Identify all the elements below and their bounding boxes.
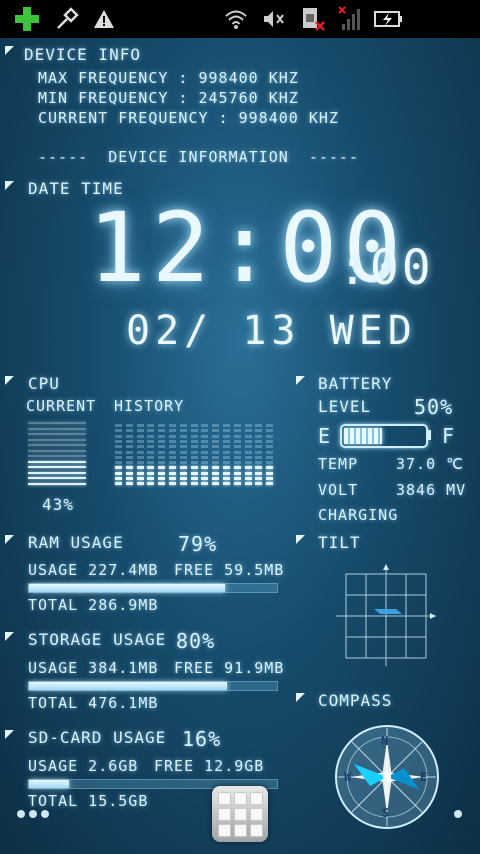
section-marker: [296, 693, 305, 702]
storage-percent: 80%: [176, 629, 216, 653]
battery-charging-icon: [374, 6, 404, 32]
cpu-meter-line: [28, 477, 86, 479]
add-icon[interactable]: [12, 6, 42, 32]
no-signal-icon: [338, 6, 362, 32]
compass-title: COMPASS: [318, 691, 393, 710]
page-indicator-dot: [41, 810, 49, 818]
cpu-meter-line: [28, 482, 86, 485]
battery-level-value: 50%: [414, 395, 454, 419]
storage-free: FREE 91.9MB: [174, 659, 285, 677]
section-marker: [296, 535, 305, 544]
cpu-current-label: CURRENT: [26, 397, 97, 415]
cpu-meter-line: [28, 460, 86, 463]
sdcard-percent: 16%: [182, 727, 222, 751]
section-marker: [5, 376, 14, 385]
storage-usage-bar-fill: [29, 682, 228, 690]
ram-percent: 79%: [178, 532, 218, 556]
app-drawer-button[interactable]: [212, 786, 268, 842]
ram-title: RAM USAGE: [28, 533, 124, 552]
battery-volt-label: VOLT: [318, 481, 359, 499]
max-frequency: MAX FREQUENCY : 998400 KHZ: [38, 69, 299, 87]
storage-total: TOTAL 476.1MB: [28, 694, 159, 712]
clock-seconds: :00: [338, 240, 434, 296]
sdcard-title: SD-CARD USAGE: [28, 728, 167, 747]
usb-debug-icon: [54, 6, 80, 32]
section-marker: [5, 632, 14, 641]
cpu-meter-line: [28, 471, 86, 474]
battery-empty-label: E: [318, 424, 332, 448]
ram-usage-bar-fill: [29, 584, 225, 592]
page-indicator-dot: [454, 810, 462, 818]
no-sim-icon: [300, 6, 326, 32]
battery-full-label: F: [442, 424, 456, 448]
sdcard-total: TOTAL 15.5GB: [28, 792, 149, 810]
section-marker: [5, 181, 14, 190]
cpu-title: CPU: [28, 374, 60, 393]
battery-level-label: LEVEL: [318, 397, 372, 416]
battery-volt-value: 3846 MV: [396, 481, 467, 499]
compass-south: S: [382, 806, 391, 820]
ram-free: FREE 59.5MB: [174, 561, 285, 579]
cpu-meter-line: [28, 466, 86, 468]
cpu-meter-line: [28, 449, 86, 452]
battery-temp-value: 37.0 ℃: [396, 455, 464, 473]
sdcard-free: FREE 12.9GB: [154, 757, 265, 775]
sdcard-usage: USAGE 2.6GB: [28, 757, 139, 775]
device-information-divider: ----- DEVICE INFORMATION -----: [38, 148, 359, 166]
battery-title: BATTERY: [318, 374, 393, 393]
battery-gauge: [340, 424, 428, 448]
battery-temp-label: TEMP: [318, 455, 359, 473]
min-frequency: MIN FREQUENCY : 245760 KHZ: [38, 89, 299, 107]
section-marker: [5, 730, 14, 739]
ram-usage: USAGE 227.4MB: [28, 561, 159, 579]
tilt-title: TILT: [318, 533, 361, 552]
compass-west: W: [344, 770, 353, 784]
battery-gauge-tip: [426, 430, 431, 440]
compass-dial: N S E W: [334, 724, 440, 830]
tilt-indicator: [374, 609, 402, 614]
ram-total: TOTAL 286.9MB: [28, 596, 159, 614]
compass-east: E: [420, 770, 429, 784]
section-marker: [296, 376, 305, 385]
tilt-grid: [336, 564, 436, 666]
clock-date: 02/ 13 WED: [126, 308, 417, 354]
storage-usage: USAGE 384.1MB: [28, 659, 159, 677]
current-frequency: CURRENT FREQUENCY : 998400 KHZ: [38, 109, 339, 127]
section-marker: [5, 535, 14, 544]
mute-icon: [262, 6, 286, 32]
section-marker: [5, 46, 14, 55]
storage-title: STORAGE USAGE: [28, 630, 167, 649]
warning-icon: [92, 6, 116, 32]
cpu-meter-line: [28, 444, 86, 446]
ram-usage-bar: [28, 583, 278, 593]
compass-north: N: [381, 734, 390, 748]
wifi-icon: [224, 6, 248, 32]
page-indicator-dot: [17, 810, 25, 818]
battery-status: CHARGING: [318, 506, 399, 524]
status-bar: [0, 0, 480, 38]
battery-gauge-fill: [344, 428, 382, 444]
cpu-history-label: HISTORY: [114, 397, 185, 415]
cpu-meter-line: [28, 455, 86, 457]
page-indicator-dot: [29, 810, 37, 818]
cpu-percent: 43%: [42, 495, 74, 514]
device-info-title: DEVICE INFO: [24, 45, 141, 64]
cpu-meter-line: [28, 422, 86, 424]
cpu-meter-line: [28, 438, 86, 441]
sdcard-usage-bar-fill: [29, 780, 69, 788]
cpu-meter-line: [28, 427, 86, 430]
storage-usage-bar: [28, 681, 278, 691]
cpu-meter-line: [28, 433, 86, 435]
